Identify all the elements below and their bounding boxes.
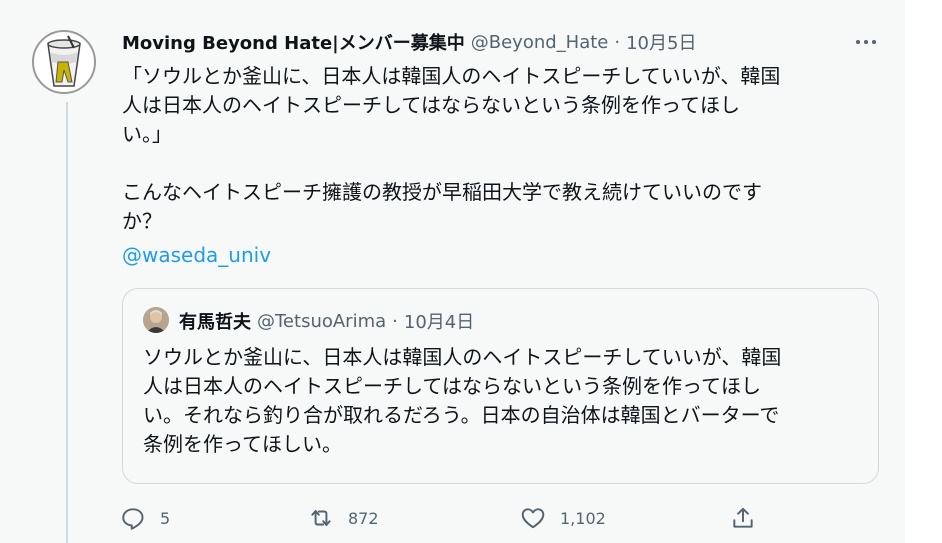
page-background — [905, 0, 942, 543]
header-separator: · — [614, 31, 621, 53]
tweet-card[interactable]: Moving Beyond Hate|メンバー募集中 @Beyond_Hate … — [0, 0, 906, 543]
more-icon[interactable] — [852, 32, 880, 52]
author-handle[interactable]: @Beyond_Hate — [471, 32, 609, 53]
heart-icon — [521, 508, 545, 529]
like-button[interactable]: 1,102 — [520, 498, 606, 538]
tweet-text: 「ソウルとか釜山に、日本人は韓国人のヘイトスピーチしていいが、韓国 人は日本人の… — [122, 64, 781, 233]
reply-icon — [122, 508, 144, 530]
tweet-date[interactable]: 10月5日 — [626, 29, 696, 55]
author-display-name[interactable]: Moving Beyond Hate|メンバー募集中 — [122, 29, 465, 55]
quoted-text: ソウルとか釜山に、日本人は韓国人のヘイトスピーチしていいが、韓国 人は日本人のヘ… — [143, 345, 782, 456]
quoted-handle: @TetsuoArima — [257, 310, 387, 332]
share-icon — [733, 507, 753, 528]
retweet-count: 872 — [348, 508, 379, 528]
retweet-icon — [311, 509, 331, 527]
like-count: 1,102 — [560, 508, 606, 528]
tweet-header: Moving Beyond Hate|メンバー募集中 @Beyond_Hate … — [122, 29, 696, 55]
thread-line — [66, 102, 68, 543]
reply-button[interactable]: 5 — [120, 498, 170, 538]
quoted-header: 有馬哲夫 @TetsuoArima · 10月4日 — [179, 309, 475, 334]
action-bar: 5 872 1,102 — [120, 498, 770, 538]
retweet-button[interactable]: 872 — [308, 498, 379, 538]
reply-count: 5 — [160, 508, 171, 528]
quoted-author-avatar[interactable] — [143, 307, 169, 333]
mention-link[interactable]: @waseda_univ — [122, 241, 271, 270]
quoted-separator: · — [392, 310, 398, 332]
avatar-cup-illustration — [47, 35, 81, 87]
avatar-portrait — [143, 307, 169, 333]
quoted-display-name: 有馬哲夫 — [179, 312, 251, 333]
author-avatar[interactable] — [32, 30, 96, 94]
share-button[interactable] — [730, 498, 770, 538]
quoted-tweet[interactable]: 有馬哲夫 @TetsuoArima · 10月4日 ソウルとか釜山に、日本人は韓… — [122, 288, 879, 484]
quoted-date: 10月4日 — [403, 312, 475, 333]
